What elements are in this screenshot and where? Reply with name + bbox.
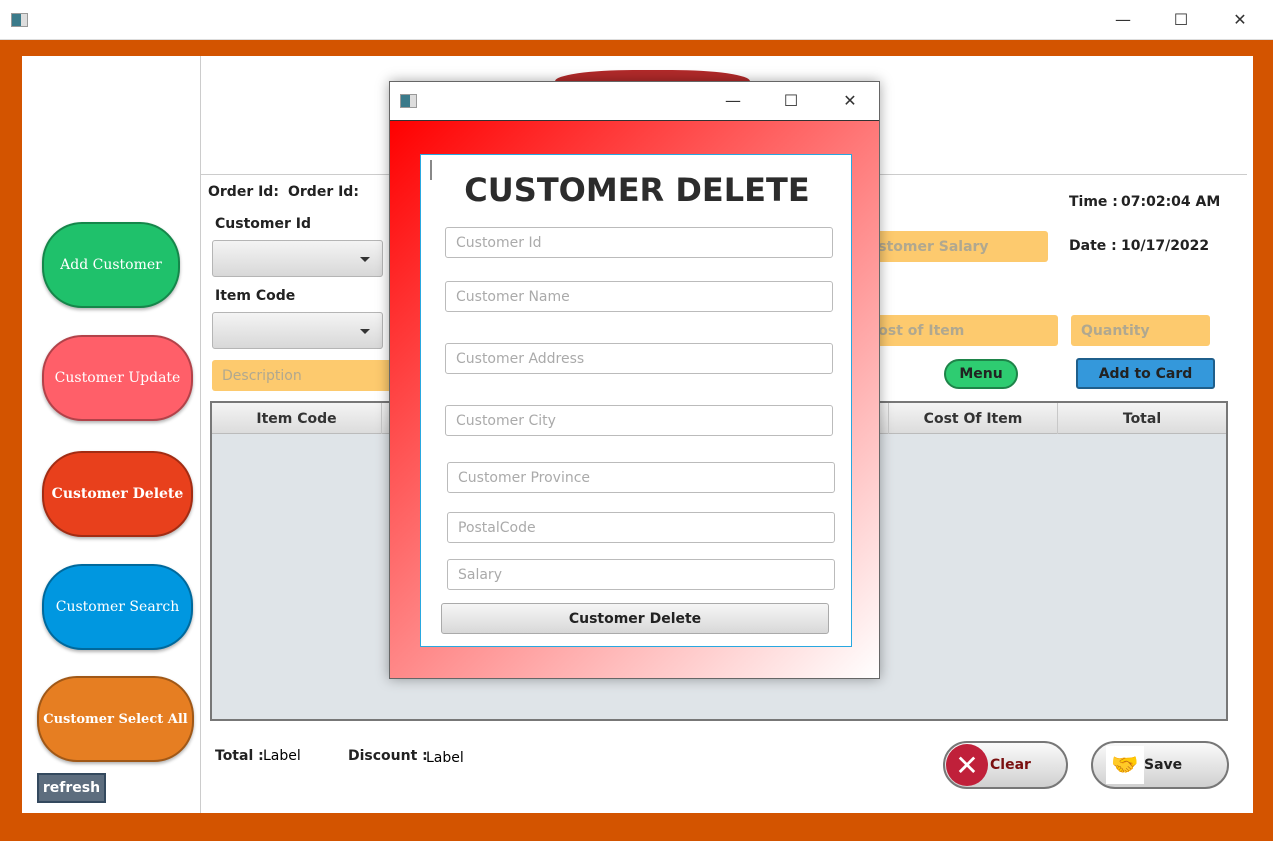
- postal-code-field[interactable]: PostalCode: [447, 512, 835, 543]
- discount-label: Discount :: [348, 748, 428, 764]
- total-value: Label: [263, 748, 301, 764]
- column-header-total[interactable]: Total: [1058, 403, 1226, 434]
- maximize-button[interactable]: ☐: [1161, 0, 1201, 40]
- add-to-card-button[interactable]: Add to Card: [1076, 358, 1215, 389]
- order-id-value: Order Id:: [288, 184, 359, 200]
- refresh-button[interactable]: refresh: [37, 773, 106, 803]
- save-button[interactable]: 🤝 Save: [1091, 741, 1229, 789]
- customer-id-combo[interactable]: [212, 240, 383, 277]
- menu-button[interactable]: Menu: [944, 359, 1018, 389]
- dialog-heading: CUSTOMER DELETE: [464, 171, 810, 209]
- date-value: 10/17/2022: [1121, 238, 1210, 254]
- description-input[interactable]: Description: [212, 360, 412, 391]
- customer-address-field[interactable]: Customer Address: [445, 343, 833, 374]
- customer-city-field[interactable]: Customer City: [445, 405, 833, 436]
- customer-id-label: Customer Id: [215, 216, 311, 232]
- total-label: Total :: [215, 748, 264, 764]
- customer-update-button[interactable]: Customer Update: [42, 335, 193, 421]
- app-icon: [400, 94, 417, 108]
- dialog-form-panel: CUSTOMER DELETE Customer Id Customer Nam…: [420, 154, 852, 647]
- item-code-label: Item Code: [215, 288, 296, 304]
- order-id-label: Order Id:: [208, 184, 279, 200]
- dialog-title-bar: — ☐ ✕: [390, 82, 879, 120]
- customer-delete-submit-button[interactable]: Customer Delete: [441, 603, 829, 634]
- column-header-cost-of-item[interactable]: Cost Of Item: [888, 403, 1058, 434]
- discount-value: Label: [426, 750, 464, 766]
- date-label: Date :: [1069, 238, 1117, 254]
- title-bar: — ☐ ✕: [0, 0, 1273, 40]
- cost-of-item-input[interactable]: Cost of Item: [858, 315, 1058, 346]
- customer-delete-button[interactable]: Customer Delete: [42, 451, 193, 537]
- time-label: Time :: [1069, 194, 1118, 210]
- time-value: 07:02:04 AM: [1121, 194, 1221, 210]
- add-customer-button[interactable]: Add Customer: [42, 222, 180, 308]
- customer-search-button[interactable]: Customer Search: [42, 564, 193, 650]
- customer-delete-dialog: — ☐ ✕ CUSTOMER DELETE Customer Id Custom…: [389, 81, 880, 679]
- customer-select-all-button[interactable]: Customer Select All: [37, 676, 194, 762]
- column-header-item-code[interactable]: Item Code: [212, 403, 382, 434]
- x-icon: ✕: [946, 744, 988, 786]
- item-code-combo[interactable]: [212, 312, 383, 349]
- minimize-button[interactable]: —: [1103, 0, 1143, 40]
- dialog-maximize-button[interactable]: ☐: [771, 81, 811, 121]
- dialog-close-button[interactable]: ✕: [830, 81, 870, 121]
- clear-button[interactable]: ✕ Clear: [943, 741, 1068, 789]
- app-icon: [11, 13, 28, 27]
- clear-label: Clear: [990, 757, 1031, 773]
- save-label: Save: [1144, 757, 1183, 773]
- customer-name-field[interactable]: Customer Name: [445, 281, 833, 312]
- customer-province-field[interactable]: Customer Province: [447, 462, 835, 493]
- close-button[interactable]: ✕: [1220, 0, 1260, 40]
- dialog-minimize-button[interactable]: —: [713, 81, 753, 121]
- sidebar-divider: [200, 56, 201, 813]
- salary-field[interactable]: Salary: [447, 559, 835, 590]
- quantity-input[interactable]: Quantity: [1071, 315, 1210, 346]
- handshake-icon: 🤝: [1106, 746, 1144, 784]
- customer-id-field[interactable]: Customer Id: [445, 227, 833, 258]
